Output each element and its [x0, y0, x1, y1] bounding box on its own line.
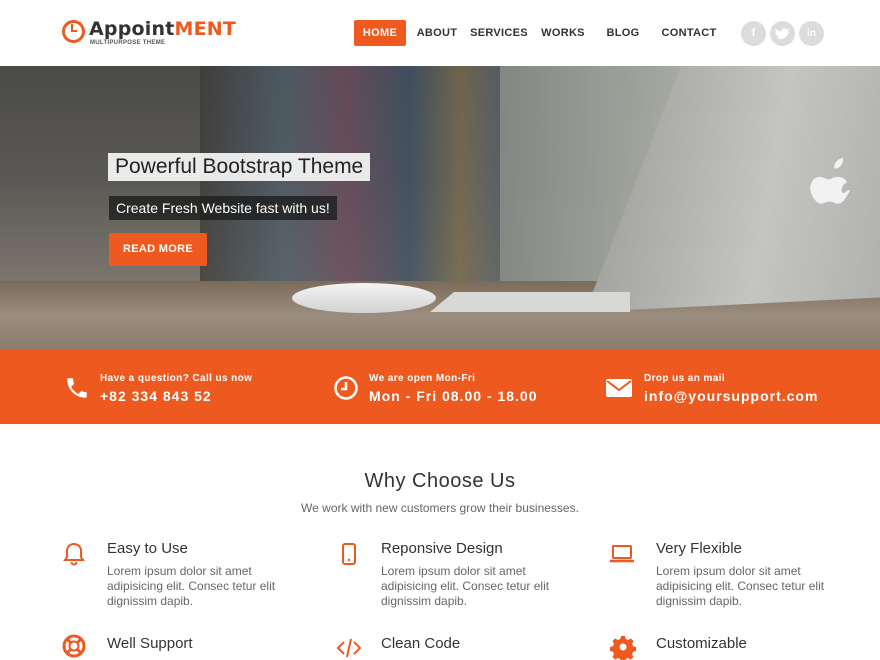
logo-clock-hand-minute	[71, 30, 77, 32]
lifebuoy-icon	[61, 633, 87, 659]
gear-icon-shape	[610, 636, 636, 660]
bell-icon-shape	[63, 542, 85, 566]
clock-icon	[333, 375, 359, 401]
clock-icon-shape	[334, 376, 358, 400]
site-logo[interactable]: Appointment MULTIPURPOSE THEME	[62, 18, 236, 50]
code-icon-shape	[336, 638, 362, 658]
gear-icon	[610, 634, 636, 660]
laptop-icon	[609, 541, 635, 567]
info-hours-label: We are open Mon-Fri	[369, 373, 476, 384]
nav-item-about[interactable]: ABOUT	[414, 20, 460, 46]
info-call-value: +82 334 843 52	[100, 388, 212, 404]
nav-item-services[interactable]: SERVICES	[470, 20, 528, 46]
laptop-icon-shape	[610, 545, 634, 563]
info-hours-value: Mon - Fri 08.00 - 18.00	[369, 388, 538, 404]
linkedin-icon[interactable]: in	[799, 21, 824, 46]
feature-title-responsive: Reponsive Design	[381, 540, 503, 557]
feature-title-easy: Easy to Use	[107, 540, 188, 557]
apple-logo-icon	[810, 154, 860, 209]
info-mail-label: Drop us an mail	[644, 373, 726, 384]
feature-title-code: Clean Code	[381, 635, 461, 652]
bell-icon	[61, 541, 87, 567]
site-header: Appointment MULTIPURPOSE THEME HOME ABOU…	[0, 0, 880, 66]
hero-subtitle: Create Fresh Website fast with us!	[109, 196, 337, 220]
phone-icon	[64, 375, 90, 401]
hero-mouse-image	[292, 283, 436, 313]
feature-text-easy: Lorem ipsum dolor sit amet adipisicing e…	[107, 564, 276, 608]
contact-info-bar: Have a question? Call us now +82 334 843…	[0, 350, 880, 424]
feature-title-flexible: Very Flexible	[656, 540, 742, 557]
section-subtitle: We work with new customers grow their bu…	[301, 501, 579, 515]
logo-text-part2: ment	[174, 18, 237, 40]
feature-title-support: Well Support	[107, 635, 193, 652]
nav-item-blog[interactable]: BLOG	[602, 20, 644, 46]
nav-item-home[interactable]: HOME	[354, 20, 406, 46]
facebook-icon[interactable]: f	[741, 21, 766, 46]
nav-item-contact[interactable]: CONTACT	[658, 20, 720, 46]
section-title: Why Choose Us	[364, 470, 516, 492]
read-more-button[interactable]: READ MORE	[109, 233, 207, 266]
code-icon	[336, 635, 362, 660]
twitter-bird-icon	[775, 28, 790, 39]
nav-item-works[interactable]: WORKS	[538, 20, 588, 46]
logo-text-part1: Appoint	[89, 18, 175, 40]
mobile-icon-shape	[342, 543, 356, 565]
hero-title: Powerful Bootstrap Theme	[108, 153, 371, 181]
hero-slider: Powerful Bootstrap Theme Create Fresh We…	[0, 66, 880, 350]
hero-laptop-base	[430, 292, 630, 312]
feature-text-responsive: Lorem ipsum dolor sit amet adipisicing e…	[381, 564, 550, 608]
lifebuoy-icon-shape	[62, 634, 86, 658]
twitter-icon[interactable]	[770, 21, 795, 46]
mobile-icon	[336, 541, 362, 567]
logo-tagline: MULTIPURPOSE THEME	[90, 40, 166, 46]
apple-shape	[810, 158, 850, 204]
logo-text: Appointment	[89, 18, 236, 40]
info-mail-value[interactable]: info@yoursupport.com	[644, 388, 818, 404]
info-call-label: Have a question? Call us now	[100, 373, 253, 384]
feature-text-flexible: Lorem ipsum dolor sit amet adipisicing e…	[656, 564, 825, 608]
feature-title-custom: Customizable	[656, 635, 747, 652]
phone-icon-shape	[67, 378, 87, 398]
mail-icon-shape	[606, 379, 632, 397]
mail-icon	[605, 375, 633, 401]
